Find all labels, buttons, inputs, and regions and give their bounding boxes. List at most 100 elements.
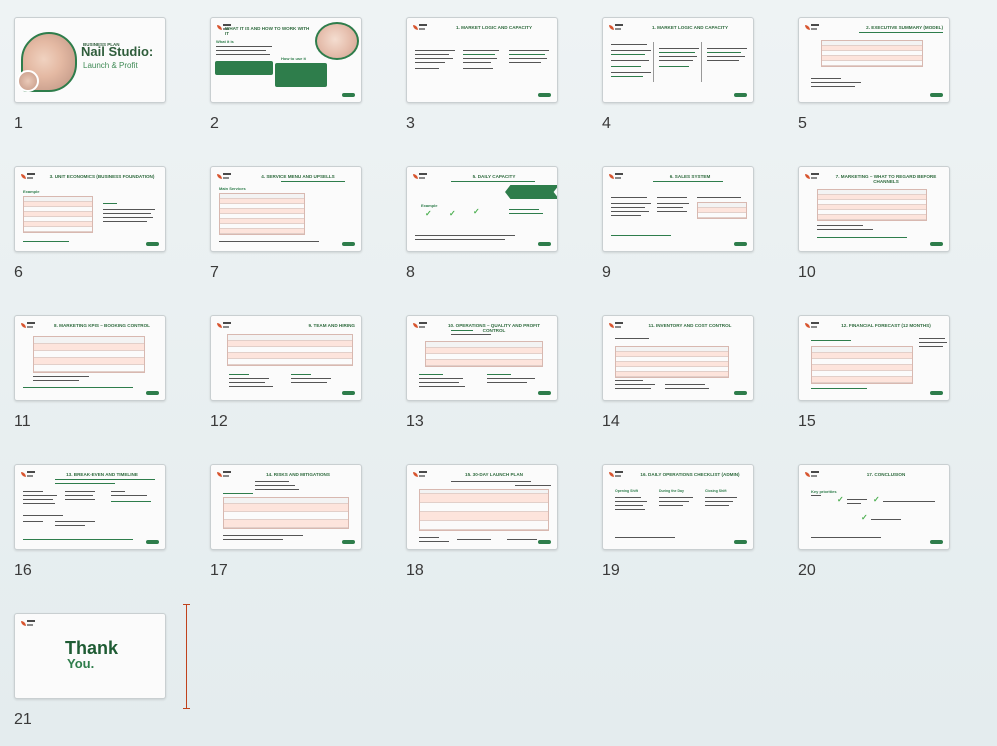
brand-logo: [805, 470, 819, 480]
slide-thumbnail[interactable]: 1. MARKET LOGIC AND CAPACITY: [406, 17, 558, 103]
slide-thumbnail[interactable]: 16. DAILY OPERATIONS CHECKLIST (ADMIN) O…: [602, 464, 754, 550]
team-table: [227, 334, 353, 366]
summary-table: [821, 40, 923, 67]
kpi-table: [33, 336, 145, 373]
slide-number: 10: [798, 264, 816, 281]
slide-thumbnail[interactable]: BUSINESS PLAN Nail Studio: Launch & Prof…: [14, 17, 166, 103]
slide-number: 6: [14, 264, 23, 281]
section-label: Example: [23, 189, 40, 194]
slide-thumbnail[interactable]: 5. DAILY CAPACITY Example ✓ ✓ ✓: [406, 166, 558, 252]
brand-logo: [609, 321, 623, 331]
slide-1[interactable]: BUSINESS PLAN Nail Studio: Launch & Prof…: [14, 17, 166, 132]
slide-thumbnail[interactable]: 7. MARKETING – WHAT TO REGARD BEFORE CHA…: [798, 166, 950, 252]
slide-2[interactable]: WHAT IT IS AND HOW TO WORK WITH IT What …: [210, 17, 362, 132]
slide-number: 2: [210, 115, 219, 132]
slide-thumbnail[interactable]: Thank You.: [14, 613, 166, 699]
slide-18[interactable]: 15. 30-DAY LAUNCH PLAN 18: [406, 464, 558, 579]
green-callout: [215, 61, 273, 75]
brand-logo: [609, 172, 623, 182]
slide-title: 14. RISKS AND MITIGATIONS: [266, 472, 330, 477]
slide-17[interactable]: 14. RISKS AND MITIGATIONS 17: [210, 464, 362, 579]
slide-number: 17: [210, 562, 228, 579]
slide-4[interactable]: 1. MARKET LOGIC AND CAPACITY 4: [602, 17, 754, 132]
unit-economics-table: [23, 196, 93, 233]
slide-number: 8: [406, 264, 415, 281]
section-label: Key priorities: [811, 489, 837, 494]
slide-thumbnail[interactable]: 2. EXECUTIVE SUMMARY (MODEL): [798, 17, 950, 103]
slide-11[interactable]: 8. MARKETING KPIs – BOOKING CONTROL 11: [14, 315, 166, 430]
slide-thumbnail[interactable]: 14. RISKS AND MITIGATIONS: [210, 464, 362, 550]
green-callout: [275, 63, 327, 87]
slide-7[interactable]: 4. SERVICE MENU AND UPSELLS Main Service…: [210, 166, 362, 281]
slide-5[interactable]: 2. EXECUTIVE SUMMARY (MODEL) 5: [798, 17, 950, 132]
slide-title: 1. MARKET LOGIC AND CAPACITY: [651, 25, 729, 30]
hand-circle-photo: [17, 70, 39, 92]
slide-thumbnail[interactable]: 9. TEAM AND HIRING: [210, 315, 362, 401]
section-label: Main Services: [219, 186, 246, 191]
marketing-table: [817, 189, 927, 221]
brand-logo: [217, 172, 231, 182]
brand-logo: [217, 470, 231, 480]
column-heading: During the Day: [659, 489, 684, 493]
slide-thumbnail[interactable]: 11. INVENTORY AND COST CONTROL: [602, 315, 754, 401]
slide-thumbnail[interactable]: WHAT IT IS AND HOW TO WORK WITH IT What …: [210, 17, 362, 103]
check-icon: ✓: [861, 513, 868, 522]
slide-6[interactable]: 3. UNIT ECONOMICS (BUSINESS FOUNDATION) …: [14, 166, 166, 281]
slide-title: 8. MARKETING KPIs – BOOKING CONTROL: [54, 323, 150, 328]
slide-thumbnail[interactable]: 1. MARKET LOGIC AND CAPACITY: [602, 17, 754, 103]
column-heading: Closing Shift: [705, 489, 727, 493]
brand-logo: [21, 172, 35, 182]
slide-number: 12: [210, 413, 228, 430]
slide-thumbnail[interactable]: 10. OPERATIONS – QUALITY AND PROFIT CONT…: [406, 315, 558, 401]
slide-title: 3. UNIT ECONOMICS (BUSINESS FOUNDATION): [49, 174, 155, 179]
brand-logo: [21, 470, 35, 480]
slide-title: 9. TEAM AND HIRING: [308, 323, 355, 328]
slide-title: 4. SERVICE MENU AND UPSELLS: [261, 174, 335, 179]
slide-15[interactable]: 12. FINANCIAL FORECAST (12 MONTHS) 15: [798, 315, 950, 430]
check-icon: ✓: [425, 209, 432, 218]
service-menu-table: [219, 193, 305, 235]
slide-9[interactable]: 6. SALES SYSTEM 9: [602, 166, 754, 281]
forecast-table: [811, 346, 913, 384]
slide-thumbnail[interactable]: 6. SALES SYSTEM: [602, 166, 754, 252]
brand-logo: [805, 23, 819, 33]
slide-13[interactable]: 10. OPERATIONS – QUALITY AND PROFIT CONT…: [406, 315, 558, 430]
slide-thumbnail[interactable]: 12. FINANCIAL FORECAST (12 MONTHS): [798, 315, 950, 401]
slide-title: 10. OPERATIONS – QUALITY AND PROFIT CONT…: [447, 323, 541, 333]
slide-number: 9: [602, 264, 611, 281]
launch-plan-table: [419, 489, 549, 531]
slide-number: 4: [602, 115, 611, 132]
risks-table: [223, 497, 349, 529]
slide-subtitle: You.: [67, 656, 95, 671]
hands-photo: [315, 22, 359, 60]
check-icon: ✓: [473, 207, 480, 216]
section-label: Example: [421, 203, 438, 208]
slide-10[interactable]: 7. MARKETING – WHAT TO REGARD BEFORE CHA…: [798, 166, 950, 281]
slide-19[interactable]: 16. DAILY OPERATIONS CHECKLIST (ADMIN) O…: [602, 464, 754, 579]
slide-thumbnail[interactable]: 17. CONCLUSION Key priorities ✓ ✓ ✓: [798, 464, 950, 550]
slide-14[interactable]: 11. INVENTORY AND COST CONTROL 14: [602, 315, 754, 430]
slide-16[interactable]: 13. BREAK-EVEN AND TIMELINE 16: [14, 464, 166, 579]
slide-title: 7. MARKETING – WHAT TO REGARD BEFORE CHA…: [835, 174, 937, 184]
slide-3[interactable]: 1. MARKET LOGIC AND CAPACITY 3: [406, 17, 558, 132]
brand-logo: [217, 321, 231, 331]
slide-number: 20: [798, 562, 816, 579]
slide-12[interactable]: 9. TEAM AND HIRING 12: [210, 315, 362, 430]
brand-logo: [413, 23, 427, 33]
slide-thumbnail[interactable]: 13. BREAK-EVEN AND TIMELINE: [14, 464, 166, 550]
check-icon: ✓: [449, 209, 456, 218]
slide-20[interactable]: 17. CONCLUSION Key priorities ✓ ✓ ✓ 20: [798, 464, 950, 579]
brand-logo: [805, 172, 819, 182]
slide-number: 14: [602, 413, 620, 430]
slide-title: 15. 30-DAY LAUNCH PLAN: [465, 472, 523, 477]
slide-thumbnail[interactable]: 3. UNIT ECONOMICS (BUSINESS FOUNDATION) …: [14, 166, 166, 252]
brand-logo: [609, 23, 623, 33]
slide-number: 1: [14, 115, 23, 132]
slide-21[interactable]: Thank You. 21: [14, 613, 166, 728]
slide-thumbnail[interactable]: 8. MARKETING KPIs – BOOKING CONTROL: [14, 315, 166, 401]
brand-logo: [609, 470, 623, 480]
slide-number: 3: [406, 115, 415, 132]
slide-8[interactable]: 5. DAILY CAPACITY Example ✓ ✓ ✓ 8: [406, 166, 558, 281]
slide-thumbnail[interactable]: 15. 30-DAY LAUNCH PLAN: [406, 464, 558, 550]
slide-thumbnail[interactable]: 4. SERVICE MENU AND UPSELLS Main Service…: [210, 166, 362, 252]
